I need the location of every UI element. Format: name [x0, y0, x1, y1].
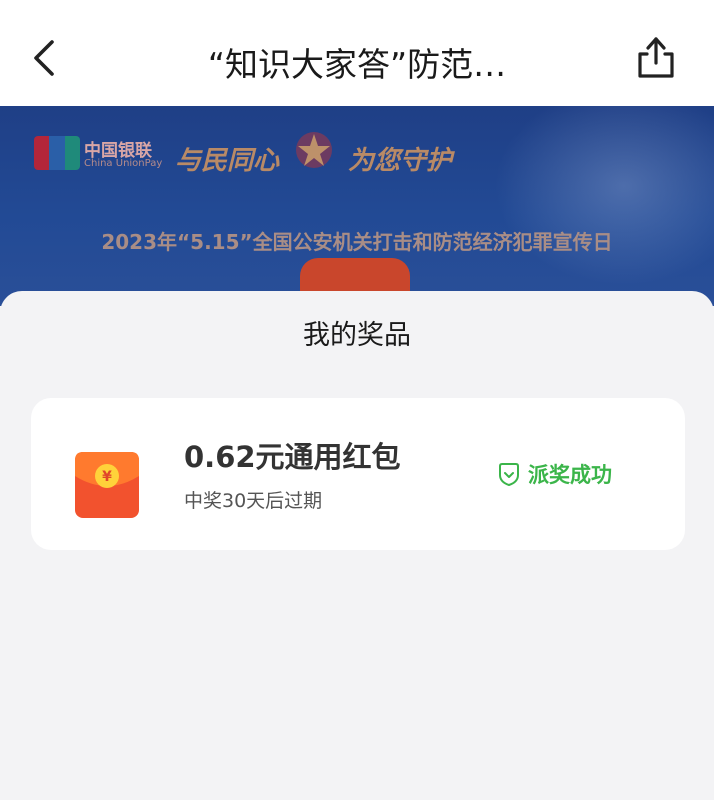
- prize-status: 派奖成功: [497, 459, 612, 489]
- promo-banner[interactable]: 中国银联 China UnionPay 与民同心 为您守护 2023年“5.15…: [0, 106, 714, 306]
- prize-name: 0.62元通用红包: [184, 440, 401, 474]
- banner-slogan-right: 为您守护: [348, 146, 453, 176]
- banner-glow: [494, 106, 714, 286]
- nav-bar: “知识大家答”防范…: [0, 0, 714, 106]
- back-button[interactable]: [22, 30, 66, 86]
- prize-sheet: 我的奖品 ¥ 0.62元通用红包 中奖30天后过期 派奖成功: [0, 291, 714, 800]
- shield-check-icon: [499, 463, 519, 486]
- chevron-left-icon: [34, 40, 54, 76]
- prize-card[interactable]: ¥ 0.62元通用红包 中奖30天后过期 派奖成功: [31, 398, 685, 550]
- police-emblem-icon: [296, 132, 332, 168]
- red-envelope-icon: ¥: [75, 452, 139, 518]
- sheet-title: 我的奖品: [303, 320, 411, 351]
- share-button[interactable]: [632, 30, 680, 84]
- unionpay-logo: [34, 136, 80, 170]
- banner-slogan-left: 与民同心: [175, 146, 280, 176]
- prize-expiry: 中奖30天后过期: [184, 490, 323, 512]
- share-icon: [638, 37, 674, 78]
- page-title: “知识大家答”防范…: [207, 45, 507, 84]
- status-label: 派奖成功: [528, 463, 612, 487]
- envelope-symbol: ¥: [102, 469, 112, 485]
- banner-headline: 2023年“5.15”全国公安机关打击和防范经济犯罪宣传日: [101, 230, 613, 254]
- unionpay-english-name: China UnionPay: [84, 158, 163, 169]
